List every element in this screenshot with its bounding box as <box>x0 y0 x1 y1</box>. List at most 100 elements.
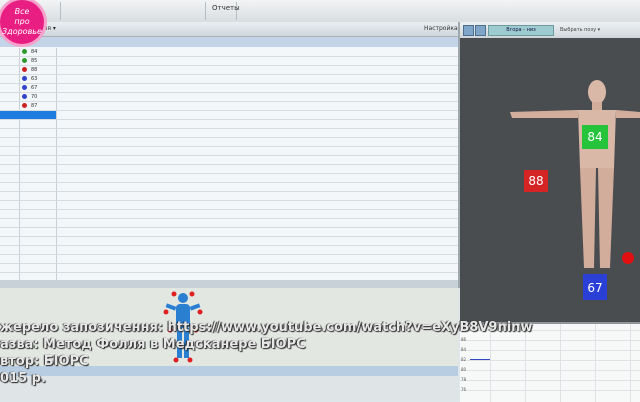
status-dot-icon <box>22 103 27 108</box>
table-row[interactable] <box>0 228 458 237</box>
table-row[interactable]: 85 <box>0 57 458 66</box>
graph-gridline <box>460 370 640 371</box>
row-value: 87 <box>31 103 38 109</box>
author-caption: втор: БІОРС <box>0 354 89 369</box>
title-caption: азва: Метод Фолля в Медсканере БІОРС <box>0 337 306 352</box>
status-dot-icon <box>22 94 27 99</box>
graph-series-line <box>470 359 490 360</box>
marker-left-hand[interactable]: 88 <box>524 170 548 192</box>
marker-feet[interactable]: 67 <box>583 274 607 300</box>
table-row[interactable] <box>0 219 458 228</box>
table-row[interactable]: 63 <box>0 75 458 84</box>
table-row[interactable]: 67 <box>0 84 458 93</box>
row-value: 85 <box>31 58 38 64</box>
table-row[interactable] <box>0 138 458 147</box>
year-caption: 015 р. <box>0 371 46 386</box>
row-cell <box>0 102 56 110</box>
table-row[interactable] <box>0 129 458 138</box>
status-dot-icon <box>22 85 27 90</box>
settings-button[interactable]: Настройка <box>424 25 458 32</box>
row-cell <box>0 255 56 263</box>
table-row[interactable]: 87 <box>0 102 458 111</box>
row-cell <box>0 156 56 164</box>
row-cell <box>0 246 56 254</box>
red-indicator-icon <box>622 252 634 264</box>
pose-select[interactable]: Выбрать позу ▾ <box>560 27 600 33</box>
measurements-table-panel: ория ▾ Настройка 84 85 88 63 67 70 87 <box>0 22 460 288</box>
toolbar-separator <box>205 2 206 20</box>
row-cell <box>0 183 56 191</box>
status-dot-icon <box>22 49 27 54</box>
row-value: 84 <box>31 49 38 55</box>
graph-gridline <box>460 350 640 351</box>
graph-gridline <box>630 324 631 402</box>
row-cell <box>0 111 56 119</box>
toolbar-separator <box>60 2 61 20</box>
table-row[interactable]: 84 <box>0 48 458 57</box>
table-row[interactable] <box>0 147 458 156</box>
row-cell <box>0 264 56 272</box>
graph-gridline <box>560 324 561 402</box>
row-cell <box>0 120 56 128</box>
table-row[interactable] <box>0 210 458 219</box>
row-cell <box>0 93 56 101</box>
row-cell <box>0 201 56 209</box>
table-row[interactable] <box>0 120 458 129</box>
top-toolbar: Отчеты <box>0 0 640 23</box>
table-row[interactable]: 88 <box>0 66 458 75</box>
zoom-icon[interactable] <box>475 25 486 36</box>
table-row[interactable] <box>0 183 458 192</box>
table-row[interactable] <box>0 255 458 264</box>
row-cell <box>0 174 56 182</box>
model-toolbar: Вгора - низ Выбрать позу ▾ <box>460 22 640 38</box>
row-cell <box>0 228 56 236</box>
rotate-icon[interactable] <box>463 25 474 36</box>
row-value: 88 <box>31 67 38 73</box>
table-row[interactable] <box>0 156 458 165</box>
status-dot-icon <box>22 76 27 81</box>
graph-gridline <box>525 324 526 402</box>
row-cell <box>0 165 56 173</box>
graph-gridline <box>460 380 640 381</box>
table-column-strip <box>0 37 458 47</box>
source-caption: жерело запозичення: https://www.youtube.… <box>0 320 533 335</box>
table-row[interactable] <box>0 111 458 120</box>
table-header: ория ▾ Настройка <box>0 22 458 37</box>
row-cell <box>0 147 56 155</box>
row-cell <box>0 129 56 137</box>
table-row[interactable] <box>0 264 458 273</box>
row-cell <box>0 57 56 65</box>
row-cell <box>0 48 56 56</box>
table-row[interactable] <box>0 192 458 201</box>
view-toggle-button[interactable]: Вгора - низ <box>488 25 554 36</box>
table-row[interactable] <box>0 165 458 174</box>
graph-axis-label: 78 <box>461 377 467 382</box>
row-cell <box>0 237 56 245</box>
graph-axis-label: 82 <box>461 357 467 362</box>
row-cell <box>0 219 56 227</box>
graph-gridline <box>490 324 491 402</box>
row-cell <box>0 192 56 200</box>
row-cell <box>0 210 56 218</box>
table-row[interactable]: 70 <box>0 93 458 102</box>
table-row[interactable] <box>0 201 458 210</box>
table-row[interactable] <box>0 237 458 246</box>
graph-axis-label: 84 <box>461 347 467 352</box>
tab-reports[interactable]: Отчеты <box>212 4 240 12</box>
lower-table <box>0 376 458 400</box>
graph-axis-label: 86 <box>461 337 467 342</box>
row-value: 67 <box>31 85 38 91</box>
graph-axis-label: 80 <box>461 367 467 372</box>
table-footer <box>0 280 458 288</box>
marker-chest[interactable]: 84 <box>582 125 608 149</box>
row-value: 70 <box>31 94 38 100</box>
graph-axis-label: 76 <box>461 387 467 392</box>
graph-gridline <box>460 360 640 361</box>
row-value: 63 <box>31 76 38 82</box>
row-cell <box>0 84 56 92</box>
graph-gridline <box>460 340 640 341</box>
graph-gridline <box>460 390 640 391</box>
channel-logo: Все про Здоровье <box>0 0 44 44</box>
table-row[interactable] <box>0 246 458 255</box>
table-row[interactable] <box>0 174 458 183</box>
